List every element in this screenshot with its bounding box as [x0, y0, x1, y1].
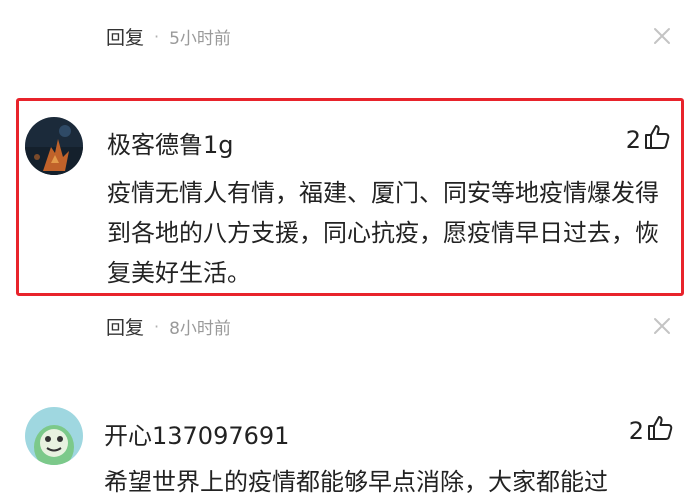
comment-list: 回复 · 5小时前 极客德鲁1g 2 疫情无情人有情，福建、厦门、同安等地疫情爆…: [0, 0, 700, 500]
comment-footer: 回复 · 8小时前: [106, 313, 231, 340]
close-icon[interactable]: [651, 315, 673, 337]
like-button[interactable]: 2: [626, 123, 671, 157]
comment-text: 疫情无情人有情，福建、厦门、同安等地疫情爆发得到各地的八方支援，同心抗疫，愿疫情…: [107, 179, 659, 287]
close-icon[interactable]: [651, 25, 673, 47]
comment-item: 开心137097691 2 希望世界上的疫情都能够早点消除，大家都能过: [16, 404, 684, 500]
comment-item-highlighted: 极客德鲁1g 2 疫情无情人有情，福建、厦门、同安等地疫情爆发得到各地的八方支援…: [16, 98, 684, 296]
comment-username[interactable]: 开心137097691: [104, 416, 289, 451]
reply-button[interactable]: 回复: [106, 313, 144, 340]
separator-dot: ·: [154, 316, 160, 336]
green-cartoon-avatar-icon[interactable]: [25, 407, 83, 465]
thumbs-up-icon: [646, 414, 674, 448]
separator-dot: ·: [154, 26, 160, 46]
thumbs-up-icon: [643, 123, 671, 157]
comment-username[interactable]: 极客德鲁1g: [107, 125, 234, 160]
reply-button[interactable]: 回复: [106, 23, 144, 50]
comment-text: 希望世界上的疫情都能够早点消除，大家都能过: [104, 468, 608, 496]
dark-scene-avatar-icon[interactable]: [25, 117, 83, 175]
like-count: 2: [625, 126, 641, 154]
comment-footer-prev: 回复 · 5小时前: [106, 23, 231, 50]
comment-time: 8小时前: [169, 318, 231, 339]
comment-time: 5小时前: [169, 28, 231, 49]
like-button[interactable]: 2: [629, 414, 674, 448]
like-count: 2: [628, 417, 644, 445]
